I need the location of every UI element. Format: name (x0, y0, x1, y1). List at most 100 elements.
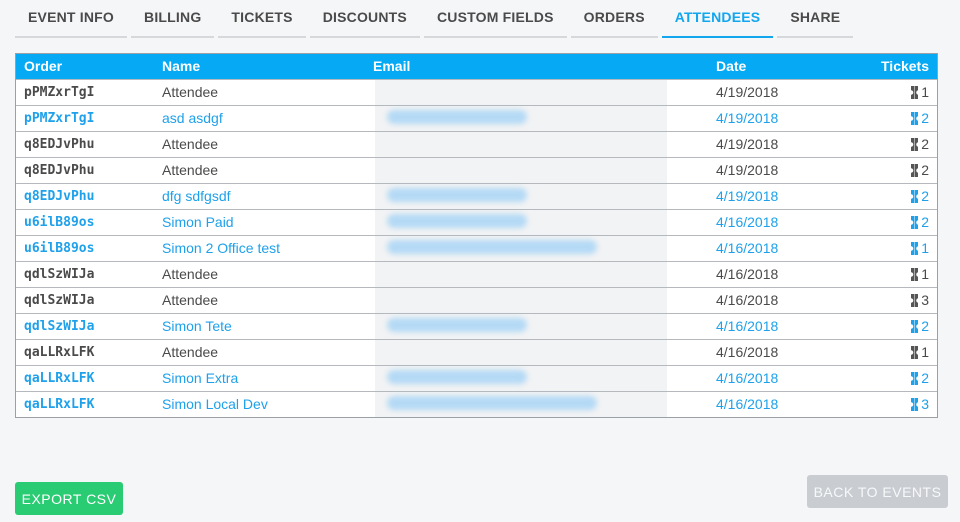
attendee-name: Simon Local Dev (162, 396, 268, 412)
attendee-email (373, 288, 716, 313)
tab-share[interactable]: SHARE (777, 0, 854, 38)
attendee-email (373, 106, 716, 131)
blurred-email (375, 106, 667, 131)
table-row[interactable]: qdlSzWIJa Simon Tete 4/16/2018 2 (16, 313, 937, 339)
tab-custom-fields[interactable]: CUSTOM FIELDS (423, 0, 567, 38)
header-tickets[interactable]: Tickets (836, 54, 937, 79)
ticket-icon (911, 190, 918, 203)
ticket-count: 1 (836, 262, 937, 287)
order-id[interactable]: pPMZxrTgI (16, 106, 162, 131)
table-row[interactable]: q8EDJvPhu Attendee 4/19/2018 2 (16, 157, 937, 183)
blurred-email (375, 366, 667, 391)
order-id[interactable]: pPMZxrTgI (16, 80, 162, 105)
order-id[interactable]: u6ilB89os (16, 210, 162, 235)
back-to-events-button[interactable]: BACK TO EVENTS (807, 475, 948, 508)
ticket-count-value: 2 (921, 188, 929, 204)
blurred-email (375, 262, 667, 287)
tab-billing[interactable]: BILLING (131, 0, 215, 38)
order-id[interactable]: qdlSzWIJa (16, 314, 162, 339)
blurred-email (375, 132, 667, 157)
table-row[interactable]: qdlSzWIJa Attendee 4/16/2018 3 (16, 287, 937, 313)
order-id[interactable]: qaLLRxLFK (16, 340, 162, 365)
ticket-count: 2 (836, 132, 937, 157)
attendee-name: asd asdgf (162, 110, 223, 126)
header-email[interactable]: Email (373, 54, 716, 79)
table-row[interactable]: q8EDJvPhu Attendee 4/19/2018 2 (16, 131, 937, 157)
ticket-icon (911, 398, 918, 411)
order-id[interactable]: qdlSzWIJa (16, 288, 162, 313)
attendee-email (373, 80, 716, 105)
ticket-count-value: 2 (921, 318, 929, 334)
attendee-email (373, 392, 716, 417)
tab-event-info[interactable]: EVENT INFO (15, 0, 128, 38)
order-id[interactable]: q8EDJvPhu (16, 132, 162, 157)
order-date: 4/16/2018 (716, 214, 779, 230)
tab-attendees[interactable]: ATTENDEES (661, 0, 774, 38)
attendee-email (373, 210, 716, 235)
blurred-email (375, 392, 667, 417)
blurred-email (375, 288, 667, 313)
order-date: 4/19/2018 (716, 110, 779, 126)
ticket-icon (911, 216, 918, 229)
table-row[interactable]: qaLLRxLFK Attendee 4/16/2018 1 (16, 339, 937, 365)
order-id[interactable]: qaLLRxLFK (16, 366, 162, 391)
blurred-email (375, 340, 667, 365)
ticket-count-value: 3 (921, 396, 929, 412)
ticket-count: 3 (836, 288, 937, 313)
tab-orders[interactable]: ORDERS (570, 0, 658, 38)
order-date: 4/16/2018 (716, 318, 779, 334)
table-row[interactable]: u6ilB89os Simon 2 Office test 4/16/2018 1 (16, 235, 937, 261)
header-order[interactable]: Order (16, 54, 162, 79)
order-id[interactable]: q8EDJvPhu (16, 158, 162, 183)
table-row[interactable]: pPMZxrTgI Attendee 4/19/2018 1 (16, 79, 937, 105)
header-name[interactable]: Name (162, 54, 373, 79)
order-date: 4/19/2018 (716, 162, 779, 178)
ticket-icon (911, 268, 918, 281)
order-date: 4/16/2018 (716, 344, 779, 360)
table-row[interactable]: u6ilB89os Simon Paid 4/16/2018 2 (16, 209, 937, 235)
attendee-name: Attendee (162, 266, 219, 282)
ticket-count-value: 1 (921, 266, 929, 282)
ticket-count-value: 2 (921, 214, 929, 230)
attendee-name: Simon Paid (162, 214, 234, 230)
ticket-icon (911, 346, 918, 359)
attendee-name: Attendee (162, 84, 219, 100)
ticket-count-value: 1 (921, 240, 929, 256)
attendee-email (373, 314, 716, 339)
ticket-count: 2 (836, 210, 937, 235)
blurred-email (375, 80, 667, 105)
order-id[interactable]: q8EDJvPhu (16, 184, 162, 209)
attendee-email (373, 236, 716, 261)
ticket-count: 2 (836, 106, 937, 131)
tab-discounts[interactable]: DISCOUNTS (309, 0, 420, 38)
attendee-email (373, 184, 716, 209)
attendee-name: dfg sdfgsdf (162, 188, 231, 204)
blurred-email (375, 184, 667, 209)
order-id[interactable]: u6ilB89os (16, 236, 162, 261)
ticket-count-value: 2 (921, 370, 929, 386)
blurred-email (375, 158, 667, 183)
ticket-icon (911, 294, 918, 307)
ticket-count-value: 2 (921, 136, 929, 152)
attendee-name: Simon Extra (162, 370, 239, 386)
table-row[interactable]: qdlSzWIJa Attendee 4/16/2018 1 (16, 261, 937, 287)
blurred-email (375, 210, 667, 235)
header-date[interactable]: Date (716, 54, 836, 79)
tab-tickets[interactable]: TICKETS (218, 0, 306, 38)
order-date: 4/16/2018 (716, 396, 779, 412)
export-csv-button[interactable]: EXPORT CSV (15, 482, 123, 515)
table-row[interactable]: qaLLRxLFK Simon Extra 4/16/2018 2 (16, 365, 937, 391)
order-date: 4/16/2018 (716, 240, 779, 256)
order-id[interactable]: qdlSzWIJa (16, 262, 162, 287)
order-id[interactable]: qaLLRxLFK (16, 392, 162, 417)
table-row[interactable]: qaLLRxLFK Simon Local Dev 4/16/2018 3 (16, 391, 937, 417)
attendee-name: Simon Tete (162, 318, 232, 334)
ticket-icon (911, 164, 918, 177)
table-body: pPMZxrTgI Attendee 4/19/2018 1 pPMZxrTgI asd … (16, 79, 937, 417)
ticket-count: 2 (836, 366, 937, 391)
attendee-name: Attendee (162, 344, 219, 360)
ticket-icon (911, 86, 918, 99)
table-row[interactable]: q8EDJvPhu dfg sdfgsdf 4/19/2018 2 (16, 183, 937, 209)
table-row[interactable]: pPMZxrTgI asd asdgf 4/19/2018 2 (16, 105, 937, 131)
attendee-email (373, 132, 716, 157)
